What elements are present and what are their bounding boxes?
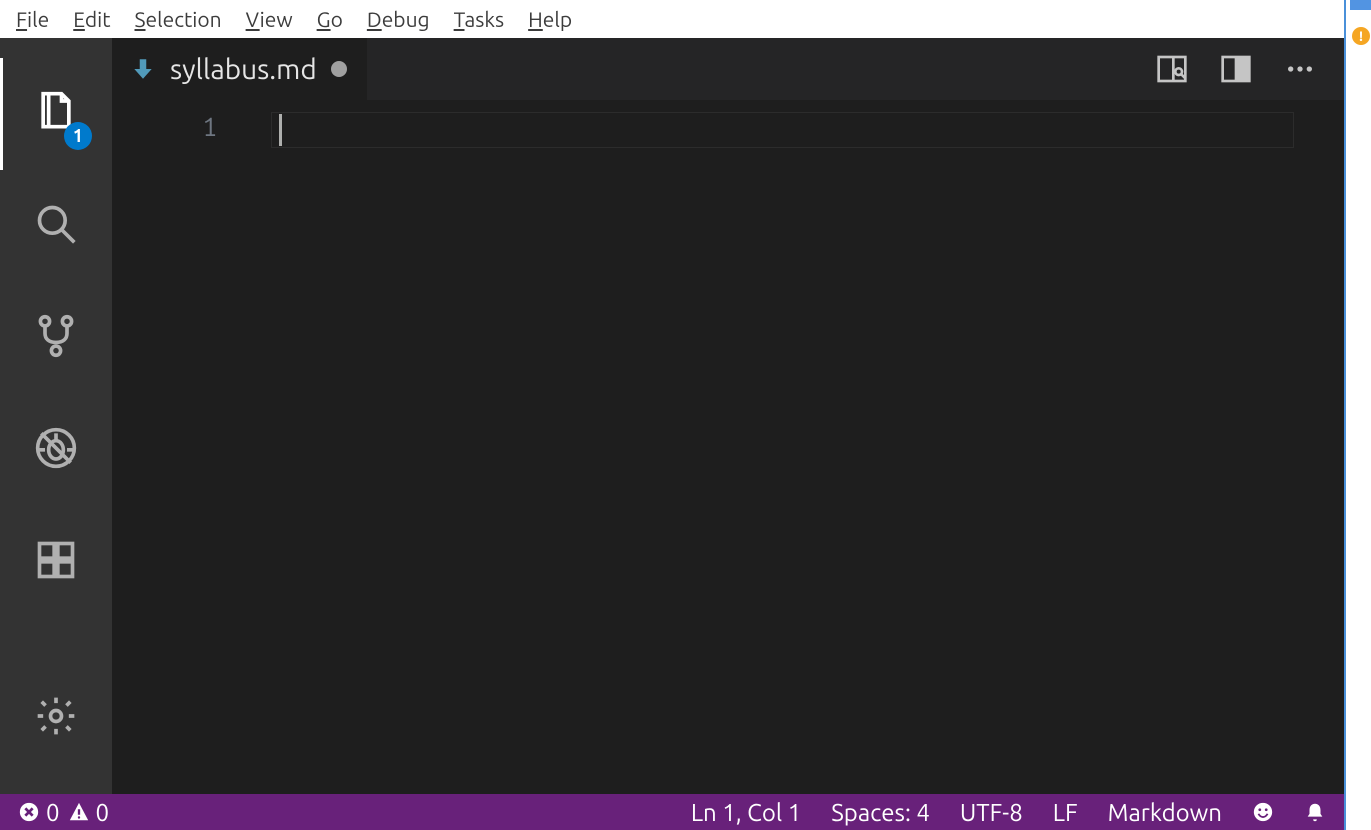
- status-warnings[interactable]: 0: [68, 799, 110, 826]
- status-cursor-position[interactable]: Ln 1, Col 1: [691, 799, 801, 826]
- menu-tasks[interactable]: Tasks: [442, 5, 517, 33]
- activity-scm[interactable]: [0, 282, 112, 394]
- warnings-count: 0: [96, 799, 110, 826]
- activity-search[interactable]: [0, 170, 112, 282]
- menubar: File Edit Selection View Go Debug Tasks …: [0, 0, 1344, 38]
- line-number-gutter: 1: [112, 100, 267, 794]
- activity-explorer[interactable]: 1: [0, 58, 112, 170]
- bell-icon: [1304, 801, 1326, 823]
- menu-view[interactable]: View: [234, 5, 305, 33]
- statusbar: 0 0 Ln 1, Col 1 Spaces: 4 UTF-8 LF Markd…: [0, 794, 1344, 830]
- text-cursor: [279, 114, 282, 146]
- status-feedback[interactable]: [1252, 801, 1274, 823]
- errors-count: 0: [46, 799, 60, 826]
- menu-go[interactable]: Go: [305, 5, 355, 33]
- search-icon: [34, 202, 78, 250]
- extensions-icon: [34, 538, 78, 586]
- source-control-icon: [34, 314, 78, 362]
- gear-icon: [34, 694, 78, 742]
- warning-icon: [68, 801, 90, 823]
- editor-area: syllabus.md 1: [112, 38, 1344, 794]
- status-language[interactable]: Markdown: [1108, 799, 1222, 826]
- menu-file[interactable]: File: [4, 5, 61, 33]
- minimap[interactable]: [1314, 100, 1344, 794]
- open-preview-side-button[interactable]: [1156, 53, 1188, 85]
- more-actions-button[interactable]: [1284, 53, 1316, 85]
- split-editor-button[interactable]: [1220, 53, 1252, 85]
- code-content[interactable]: [267, 100, 1314, 794]
- activity-debug[interactable]: [0, 394, 112, 506]
- status-errors[interactable]: 0: [18, 799, 60, 826]
- current-line-highlight: [271, 112, 1294, 148]
- menu-selection[interactable]: Selection: [123, 5, 234, 33]
- tab-label: syllabus.md: [170, 54, 317, 85]
- editor-body: 1: [112, 100, 1344, 794]
- adjacent-window-sliver: !: [1344, 0, 1371, 830]
- status-encoding[interactable]: UTF-8: [960, 799, 1023, 826]
- smiley-icon: [1252, 801, 1274, 823]
- menu-edit[interactable]: Edit: [61, 5, 122, 33]
- explorer-badge: 1: [64, 122, 92, 150]
- status-left: 0 0: [18, 799, 109, 826]
- main-area: 1: [0, 38, 1344, 794]
- markdown-file-icon: [130, 56, 156, 82]
- status-eol[interactable]: LF: [1053, 799, 1078, 826]
- line-number: 1: [112, 112, 217, 141]
- tabbar: syllabus.md: [112, 38, 1344, 100]
- activitybar: 1: [0, 38, 112, 794]
- error-icon: [18, 801, 40, 823]
- activity-extensions[interactable]: [0, 506, 112, 618]
- menu-debug[interactable]: Debug: [355, 5, 442, 33]
- status-right: Ln 1, Col 1 Spaces: 4 UTF-8 LF Markdown: [691, 799, 1326, 826]
- menu-help[interactable]: Help: [516, 5, 584, 33]
- activity-settings[interactable]: [0, 662, 112, 774]
- status-notifications[interactable]: [1304, 801, 1326, 823]
- editor-actions: [1156, 38, 1344, 100]
- warning-badge-icon: !: [1352, 27, 1370, 45]
- unsaved-indicator-icon: [331, 61, 347, 77]
- debug-icon: [34, 426, 78, 474]
- tab-syllabus[interactable]: syllabus.md: [112, 38, 368, 100]
- adjacent-window-titlebar: [1350, 0, 1371, 10]
- status-indentation[interactable]: Spaces: 4: [831, 799, 930, 826]
